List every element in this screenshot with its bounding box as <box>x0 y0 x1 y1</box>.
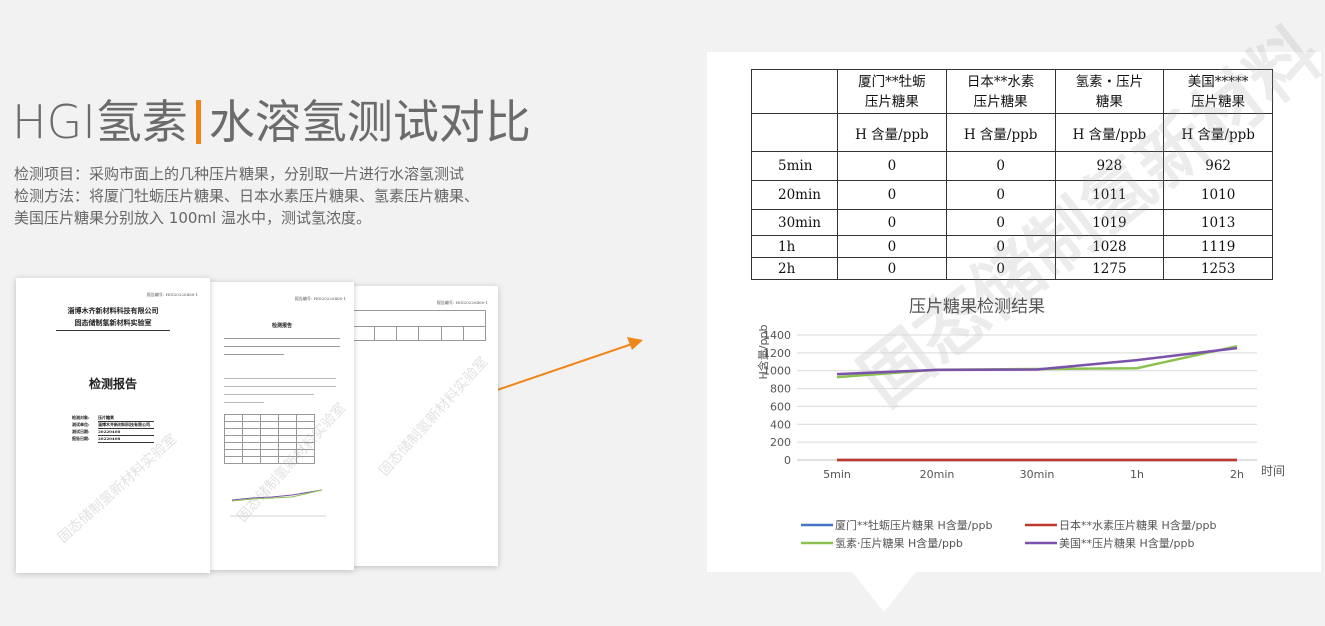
x-tick-label: 2h <box>1230 468 1244 481</box>
report-field: 测试单位: 淄博木齐新材料科技有限公司 <box>72 422 154 429</box>
table-corner-cell <box>751 69 838 114</box>
report-data-page: 报告编号: HGI20220408-1 检测报告 固态储制氢新材料实验室 <box>210 282 354 570</box>
panel-notch <box>852 572 916 612</box>
title-divider <box>195 100 201 144</box>
unit-cell: H 含量/ppb <box>837 113 947 152</box>
report-cover-page: 报告编号: HGI20220408-1 淄博木齐新材料科技有限公司 固态储制氢新… <box>16 278 210 573</box>
y-tick-label: 1400 <box>763 329 791 342</box>
table-cell: 0 <box>945 151 1056 181</box>
row-label: 2h <box>751 257 838 280</box>
title-brand: HGI氢素 <box>12 95 188 149</box>
y-tick-label: 400 <box>770 418 791 431</box>
title-topic: 水溶氢测试对比 <box>208 95 531 149</box>
report-org-line: 固态储制氢新材料实验室 <box>74 318 152 327</box>
table-empty-cell <box>751 113 838 152</box>
report-field: 测试日期: 20220408 <box>72 429 154 436</box>
y-tick-label: 600 <box>770 400 791 413</box>
table-cell: 0 <box>837 151 947 181</box>
table-cell: 1253 <box>1163 257 1273 280</box>
desc-line: 检测项目：采购市面上的几种压片糖果，分别取一片进行水溶氢测试 <box>14 165 465 183</box>
series-line <box>836 346 1238 376</box>
x-axis-label: 时间 <box>1261 464 1285 478</box>
results-panel: 厦门**牡蛎 压片糖果 日本**水素 压片糖果 氢素・压片 糖果 美国*****… <box>707 12 1325 572</box>
legend-label: 厦门**牡蛎压片糖果 H含量/ppb <box>835 518 992 532</box>
row-label: 30min <box>751 209 838 236</box>
x-tick-label: 1h <box>1130 468 1144 481</box>
report-field: 检测对象: 压片糖果 <box>72 415 154 422</box>
col-header: 厦门**牡蛎 压片糖果 <box>837 69 947 114</box>
chart-title: 压片糖果检测结果 <box>909 297 1045 317</box>
signature-table <box>352 310 487 341</box>
desc-line: 检测方法：将厦门牡蛎压片糖果、日本水素压片糖果、氢素压片糖果、 <box>14 187 480 205</box>
test-description: 检测项目：采购市面上的几种压片糖果，分别取一片进行水溶氢测试 检测方法：将厦门牡… <box>14 163 614 229</box>
report-signature-page: 报告编号: HGI20220408-1 固态储制氢新材料实验室 <box>352 286 498 566</box>
report-org: 淄博木齐新材料科技有限公司 固态储制氢新材料实验室 <box>16 305 210 329</box>
report-field: 报告日期: 20220408 <box>72 436 154 443</box>
desc-line: 美国压片糖果分别放入 100ml 温水中，测试氢浓度。 <box>14 209 371 227</box>
page-number: 报告编号: HGI20220408-1 <box>294 296 346 301</box>
y-tick-label: 1200 <box>763 347 791 360</box>
report-fields: 检测对象: 压片糖果 测试单位: 淄博木齐新材料科技有限公司 测试日期: 202204… <box>72 415 154 443</box>
x-tick-label: 20min <box>920 468 955 481</box>
y-tick-label: 800 <box>770 383 791 396</box>
table-cell: 0 <box>837 235 947 258</box>
table-cell: 0 <box>837 180 947 210</box>
x-tick-label: 5min <box>823 468 851 481</box>
chart-svg: 压片糖果检测结果H含量/ppb0200400600800100012001400… <box>756 297 1285 550</box>
divider <box>56 330 170 331</box>
page-title: HGI氢素 水溶氢测试对比 <box>12 86 531 152</box>
y-tick-label: 1000 <box>763 365 791 378</box>
y-tick-label: 200 <box>770 436 791 449</box>
report-number: 报告编号: HGI20220408-1 <box>146 292 198 297</box>
y-tick-label: 0 <box>784 454 791 467</box>
page-number: 报告编号: HGI20220408-1 <box>436 300 488 305</box>
report-page-title: 检测报告 <box>271 323 292 329</box>
watermark: 固态储制氢新材料实验室 <box>55 431 181 547</box>
watermark: 固态储制氢新材料实验室 <box>376 354 492 480</box>
unit-cell: H 含量/ppb <box>945 113 1056 152</box>
table-cell: 1013 <box>1163 209 1273 236</box>
table-cell: 1119 <box>1163 235 1273 258</box>
legend-label: 美国**压片糖果 H含量/ppb <box>1059 536 1194 550</box>
row-label: 20min <box>751 180 838 210</box>
legend-label: 日本**水素压片糖果 H含量/ppb <box>1059 518 1216 532</box>
x-tick-label: 30min <box>1020 468 1055 481</box>
legend-label: 氢素·压片糖果 H含量/ppb <box>835 536 963 550</box>
table-cell: 0 <box>837 209 947 236</box>
report-org-line: 淄博木齐新材料科技有限公司 <box>67 306 159 315</box>
line-chart: 压片糖果检测结果 H含量/ppb 0 200 400 600 800 1000 1200 1400… <box>747 292 1307 572</box>
report-thumbnails: 报告编号: HGI20220408-1 淄博木齐新材料科技有限公司 固态储制氢新… <box>16 278 498 573</box>
report-title: 检测报告 <box>88 377 137 391</box>
col-header: 日本**水素 压片糖果 <box>945 69 1056 114</box>
row-label: 1h <box>751 235 838 258</box>
row-label: 5min <box>751 151 838 181</box>
